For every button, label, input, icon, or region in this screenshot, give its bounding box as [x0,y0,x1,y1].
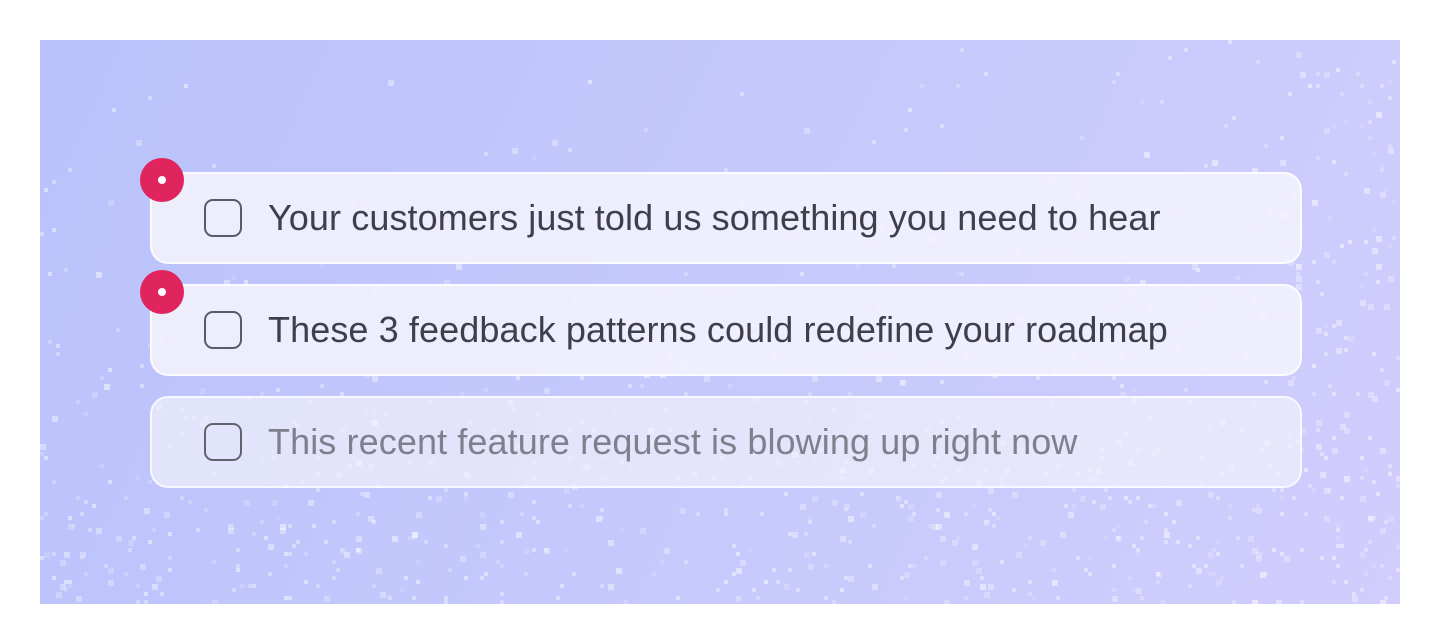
checkbox[interactable] [204,199,242,237]
checklist-item-label: These 3 feedback patterns could redefine… [268,309,1168,350]
checklist-item[interactable]: Your customers just told us something yo… [140,158,1302,264]
checkbox[interactable] [204,311,242,349]
unread-indicator-icon [140,270,184,314]
checklist-item-label: Your customers just told us something yo… [268,197,1161,238]
checklist-item[interactable]: This recent feature request is blowing u… [150,396,1302,488]
background-panel: Your customers just told us something yo… [40,40,1400,604]
unread-indicator-icon [140,158,184,202]
checklist-item-label: This recent feature request is blowing u… [268,421,1078,462]
checklist: Your customers just told us something yo… [140,158,1302,508]
checkbox[interactable] [204,423,242,461]
checklist-item[interactable]: These 3 feedback patterns could redefine… [140,270,1302,376]
